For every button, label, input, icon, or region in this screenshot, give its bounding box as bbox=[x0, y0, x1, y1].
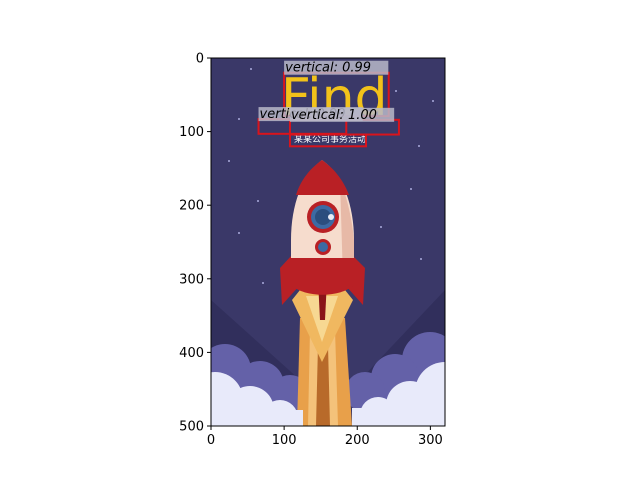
x-tick-label: 300 bbox=[418, 433, 443, 448]
x-tick-label: 0 bbox=[207, 433, 215, 448]
figure: Find 某某公司事务活动 vertical: 0.99vertical: 0.… bbox=[179, 52, 446, 448]
x-tick-label: 200 bbox=[345, 433, 370, 448]
y-tick-label: 300 bbox=[179, 272, 204, 287]
x-tick-label: 100 bbox=[272, 433, 297, 448]
x-axis: 0 100 200 300 bbox=[207, 426, 443, 448]
y-tick-label: 0 bbox=[196, 52, 204, 67]
y-tick-label: 100 bbox=[179, 125, 204, 140]
y-axis: 0 100 200 300 400 500 bbox=[179, 52, 211, 435]
y-tick-label: 400 bbox=[179, 346, 204, 361]
detection-label: vertical: 1.00 bbox=[291, 108, 377, 123]
y-tick-label: 200 bbox=[179, 199, 204, 214]
y-tick-label: 500 bbox=[179, 420, 204, 435]
detection-label: vertical: 0.99 bbox=[285, 61, 371, 76]
